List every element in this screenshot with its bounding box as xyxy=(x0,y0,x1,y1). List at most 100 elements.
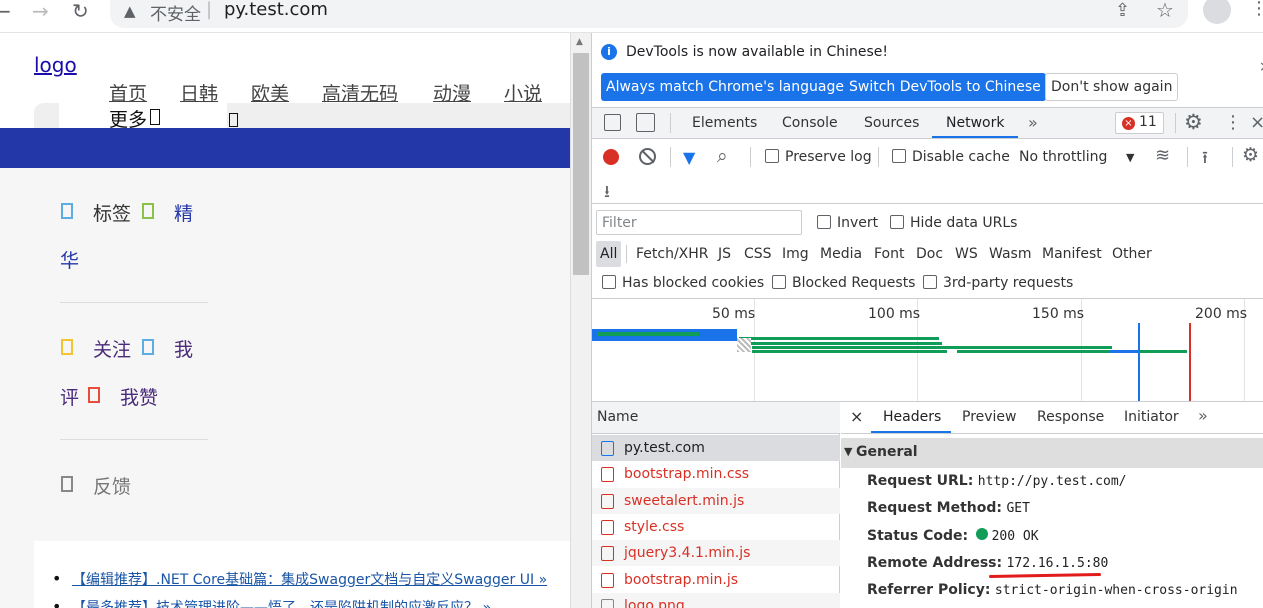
network-conditions-icon[interactable]: ≋ xyxy=(1155,145,1170,166)
filter-funnel-icon[interactable]: ▼ xyxy=(683,148,695,167)
match-language-button[interactable]: Always match Chrome's language xyxy=(601,73,849,101)
sidebar-mycomments[interactable]: 我 xyxy=(174,335,193,362)
more-detail-tabs-icon[interactable]: » xyxy=(1198,406,1208,425)
share-icon[interactable]: ⇪ xyxy=(1115,0,1130,21)
page-scrollbar[interactable]: ▲ xyxy=(570,33,591,608)
sidebar-essence[interactable]: 精 xyxy=(174,199,193,226)
throttling-select[interactable]: No throttling xyxy=(1019,149,1107,165)
nav-hd[interactable]: 高清无码 xyxy=(322,79,398,106)
filter-input[interactable]: Filter xyxy=(596,210,802,235)
type-filter-manifest[interactable]: Manifest xyxy=(1042,246,1102,262)
close-notice-icon[interactable]: × xyxy=(1259,59,1263,75)
more-box-icon xyxy=(150,109,160,125)
type-filter-img[interactable]: Img xyxy=(782,246,809,262)
invert-checkbox[interactable]: Invert xyxy=(817,215,878,231)
type-filter-wasm[interactable]: Wasm xyxy=(989,246,1031,262)
blocked-cookies-checkbox[interactable]: Has blocked cookies xyxy=(602,275,764,291)
settings-gear-icon[interactable]: ⚙ xyxy=(1184,110,1203,134)
tab-console[interactable]: Console xyxy=(782,115,838,131)
request-row[interactable]: jquery3.4.1.min.js xyxy=(592,540,840,567)
device-toolbar-icon[interactable] xyxy=(636,113,655,132)
error-badge[interactable]: × 11 xyxy=(1115,112,1164,134)
type-filter-font[interactable]: Font xyxy=(874,246,904,262)
address-bar[interactable]: ▲ 不安全 | py.test.com ⇪ ☆ xyxy=(110,0,1188,28)
import-har-icon[interactable]: ⭱ xyxy=(1202,145,1208,174)
type-filter-doc[interactable]: Doc xyxy=(916,246,943,262)
tab-preview[interactable]: Preview xyxy=(962,409,1017,425)
type-filter-css[interactable]: CSS xyxy=(744,246,772,262)
network-settings-icon[interactable]: ⚙ xyxy=(1242,144,1259,166)
nav-anime[interactable]: 动漫 xyxy=(433,79,471,106)
nav-novel[interactable]: 小说 xyxy=(504,79,542,106)
tab-headers[interactable]: Headers xyxy=(883,409,941,425)
nav-west[interactable]: 欧美 xyxy=(251,79,289,106)
logo-link[interactable]: logo xyxy=(34,53,77,77)
header-value[interactable]: GET xyxy=(1006,501,1029,516)
tab-network[interactable]: Network xyxy=(946,115,1004,131)
inspect-element-icon[interactable] xyxy=(604,114,621,131)
scroll-up-icon[interactable]: ▲ xyxy=(576,37,583,47)
menu-dots-icon[interactable]: ⋮ xyxy=(1250,0,1263,19)
sidebar-feedback[interactable]: 反馈 xyxy=(93,472,131,499)
sidebar-mycomments-cont[interactable]: 评 xyxy=(60,383,79,410)
close-devtools-icon[interactable]: × xyxy=(1250,112,1263,133)
request-row[interactable]: logo.png xyxy=(592,592,840,608)
dont-show-button[interactable]: Don't show again xyxy=(1045,73,1179,101)
timeline-bar xyxy=(752,350,947,353)
article-link[interactable]: 【编辑推荐】.NET Core基础篇：集成Swagger文档与自定义Swagge… xyxy=(72,569,547,589)
tab-sources[interactable]: Sources xyxy=(864,115,919,131)
more-tabs-icon[interactable]: » xyxy=(1028,113,1038,132)
nav-home[interactable]: 首页 xyxy=(109,79,147,106)
type-filter-all[interactable]: All xyxy=(596,241,622,267)
request-row[interactable]: sweetalert.min.js xyxy=(592,487,840,514)
sidebar-tags[interactable]: 标签 xyxy=(93,199,131,226)
devtools-menu-icon[interactable]: ⋮ xyxy=(1224,112,1242,133)
clear-icon[interactable] xyxy=(639,148,656,165)
preserve-log-checkbox[interactable]: Preserve log xyxy=(765,149,872,165)
request-name: bootstrap.min.css xyxy=(624,466,750,483)
type-filter-media[interactable]: Media xyxy=(820,246,862,262)
bookmark-star-icon[interactable]: ☆ xyxy=(1156,0,1174,22)
tab-initiator[interactable]: Initiator xyxy=(1124,409,1179,425)
scrollbar-thumb[interactable] xyxy=(573,53,589,275)
request-row[interactable]: style.css xyxy=(592,514,840,540)
tab-elements[interactable]: Elements xyxy=(692,115,757,131)
request-row[interactable]: bootstrap.min.js xyxy=(592,567,840,593)
request-row[interactable]: py.test.com xyxy=(592,435,840,461)
general-section-header[interactable]: ▼ General xyxy=(841,438,1263,468)
forward-arrow-icon[interactable]: → xyxy=(32,0,49,22)
load-event-marker xyxy=(1189,323,1191,401)
third-party-checkbox[interactable]: 3rd-party requests xyxy=(923,275,1073,291)
article-link[interactable]: 【最多推荐】技术管理进阶——悟了，还是陷阱机制的应激反应？ » xyxy=(72,597,491,608)
type-filter-ws[interactable]: WS xyxy=(955,246,978,262)
header-value[interactable]: http://py.test.com/ xyxy=(978,474,1127,489)
header-value[interactable]: 200 OK xyxy=(992,529,1039,544)
divider xyxy=(60,302,208,303)
reload-icon[interactable]: ↻ xyxy=(72,0,89,22)
profile-avatar[interactable] xyxy=(1203,0,1231,24)
close-detail-icon[interactable]: × xyxy=(850,407,863,426)
sidebar-essence-cont[interactable]: 华 xyxy=(60,246,79,273)
type-filter-other[interactable]: Other xyxy=(1112,246,1152,262)
tab-response[interactable]: Response xyxy=(1037,409,1104,425)
switch-chinese-button[interactable]: Switch DevTools to Chinese xyxy=(844,73,1046,101)
hide-data-urls-checkbox[interactable]: Hide data URLs xyxy=(890,215,1017,231)
disable-cache-checkbox[interactable]: Disable cache xyxy=(892,149,1010,165)
timeline-overview[interactable]: 50 ms 100 ms 150 ms 200 ms xyxy=(592,299,1263,401)
request-row[interactable]: bootstrap.min.css xyxy=(592,461,840,487)
sidebar-mylikes[interactable]: 我赞 xyxy=(120,383,158,410)
search-icon[interactable]: ⌕ xyxy=(717,145,728,167)
header-value[interactable]: strict-origin-when-cross-origin xyxy=(995,583,1238,598)
type-filter-js[interactable]: JS xyxy=(718,246,731,262)
error-count: 11 xyxy=(1139,114,1157,130)
type-filter-fetch[interactable]: Fetch/XHR xyxy=(636,246,709,262)
sidebar-follow[interactable]: 关注 xyxy=(93,335,131,362)
header-value[interactable]: 172.16.1.5:80 xyxy=(1007,556,1109,571)
back-arrow-icon[interactable]: ← xyxy=(0,0,11,22)
timeline-tick: 100 ms xyxy=(868,306,921,322)
blocked-requests-checkbox[interactable]: Blocked Requests xyxy=(772,275,915,291)
nav-jpkr[interactable]: 日韩 xyxy=(180,79,218,106)
name-column-header[interactable]: Name xyxy=(592,402,840,434)
record-button[interactable] xyxy=(603,149,619,165)
doc-file-icon xyxy=(601,441,614,456)
